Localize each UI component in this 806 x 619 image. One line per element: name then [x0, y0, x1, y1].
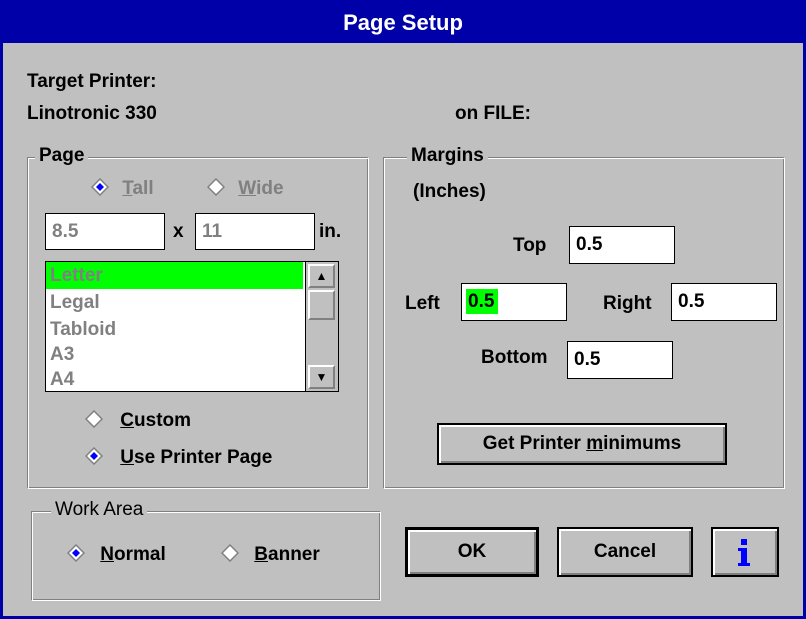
- top-margin-field[interactable]: 0.5: [569, 226, 675, 264]
- banner-mnemonic: B: [254, 544, 269, 565]
- margins-units-label: (Inches): [413, 181, 486, 202]
- minimums-mnemonic: m: [586, 433, 604, 454]
- wide-radio[interactable]: Wide: [207, 178, 284, 200]
- tall-mnemonic: T: [122, 178, 133, 199]
- bottom-label: Bottom: [481, 347, 548, 368]
- list-item-a4[interactable]: A4: [46, 366, 303, 393]
- normal-radio[interactable]: Normal: [67, 544, 166, 566]
- minimums-label-prefix: Get Printer: [482, 433, 587, 454]
- target-printer-name: Linotronic 330: [27, 103, 157, 124]
- normal-mnemonic: N: [100, 544, 115, 565]
- banner-label: anner: [268, 544, 320, 565]
- radio-unselected-icon: [221, 544, 239, 562]
- page-setup-dialog: Page Setup Target Printer: Linotronic 33…: [0, 0, 806, 619]
- list-item-legal[interactable]: Legal: [46, 289, 303, 316]
- custom-label: ustom: [134, 410, 192, 431]
- wide-label: ide: [256, 178, 284, 199]
- custom-radio[interactable]: Custom: [85, 410, 191, 432]
- radio-unselected-icon: [85, 410, 103, 428]
- left-label: Left: [405, 293, 440, 314]
- radio-selected-icon: [67, 544, 85, 562]
- bottom-margin-field[interactable]: 0.5: [567, 341, 673, 379]
- get-printer-minimums-button[interactable]: Get Printer minimums: [437, 423, 727, 465]
- right-margin-field[interactable]: 0.5: [671, 283, 777, 321]
- page-group-label: Page: [35, 145, 89, 167]
- margins-group-label: Margins: [407, 145, 488, 167]
- info-icon: [738, 539, 750, 566]
- left-margin-value: 0.5: [466, 289, 499, 314]
- dialog-title: Page Setup: [3, 3, 803, 43]
- use-printer-page-label: se Printer Page: [134, 447, 273, 468]
- right-label: Right: [603, 293, 652, 314]
- page-size-list[interactable]: Letter Legal Tabloid A3 A4 ▲ ▼: [45, 261, 339, 392]
- list-scrollbar[interactable]: ▲ ▼: [305, 262, 338, 391]
- tall-radio[interactable]: Tall: [91, 178, 154, 200]
- times-label: x: [173, 221, 184, 242]
- wide-mnemonic: W: [238, 178, 257, 199]
- banner-radio[interactable]: Banner: [221, 544, 320, 566]
- left-margin-field[interactable]: 0.5: [461, 283, 567, 321]
- target-printer-heading: Target Printer:: [27, 71, 157, 92]
- tall-label: all: [132, 178, 154, 199]
- scroll-down-arrow-icon[interactable]: ▼: [308, 365, 335, 389]
- unit-label: in.: [319, 221, 342, 242]
- ok-button[interactable]: OK: [405, 527, 539, 577]
- cancel-button[interactable]: Cancel: [557, 527, 693, 577]
- scroll-thumb[interactable]: [308, 290, 335, 320]
- info-button[interactable]: [711, 527, 779, 577]
- radio-selected-icon: [91, 178, 109, 196]
- list-item-tabloid[interactable]: Tabloid: [46, 316, 303, 343]
- scroll-up-arrow-icon[interactable]: ▲: [308, 264, 335, 288]
- work-area-group-label: Work Area: [51, 499, 148, 521]
- use-printer-page-mnemonic: U: [120, 447, 135, 468]
- top-label: Top: [513, 235, 547, 256]
- radio-unselected-icon: [207, 178, 225, 196]
- use-printer-page-radio[interactable]: Use Printer Page: [85, 447, 272, 469]
- list-item-a3[interactable]: A3: [46, 343, 303, 366]
- page-height-field[interactable]: 11: [195, 213, 315, 250]
- target-printer-port: on FILE:: [455, 103, 531, 124]
- minimums-label-rest: inimums: [603, 433, 682, 454]
- list-item-letter[interactable]: Letter: [46, 262, 303, 289]
- radio-selected-icon: [85, 447, 103, 465]
- normal-label: ormal: [114, 544, 166, 565]
- custom-mnemonic: C: [120, 410, 135, 431]
- page-width-field[interactable]: 8.5: [45, 213, 165, 250]
